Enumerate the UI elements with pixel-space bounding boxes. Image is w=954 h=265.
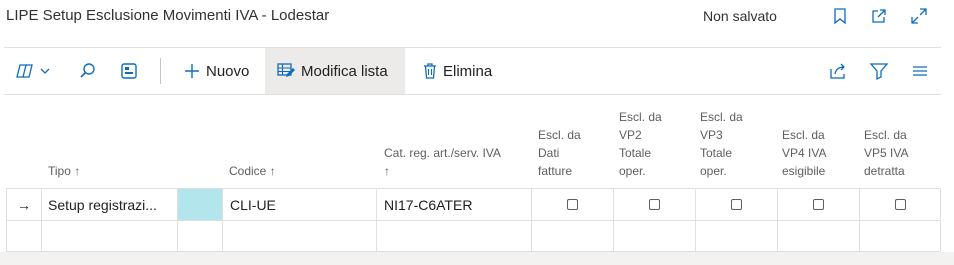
edit-grid-icon [277, 63, 295, 77]
page-title: LIPE Setup Esclusione Movimenti IVA - Lo… [6, 7, 330, 24]
title-bar: LIPE Setup Esclusione Movimenti IVA - Lo… [0, 0, 954, 34]
column-header-cat[interactable]: Cat. reg. art./serv. IVA ↑ [384, 144, 501, 180]
toolbar-separator [160, 58, 161, 84]
grid-footer [0, 252, 954, 265]
column-header-cat-line1: Cat. reg. art./serv. IVA [384, 146, 501, 160]
checkbox-cell[interactable] [532, 189, 614, 220]
column-header-escl-vp2[interactable]: Escl. da VP2 Totale oper. [619, 108, 662, 180]
share-icon [830, 63, 845, 79]
list-icon [913, 66, 927, 76]
filter-pane-button[interactable] [119, 48, 141, 94]
cell-cat[interactable]: NI17-C6ATER [377, 189, 532, 220]
table-row[interactable]: → Setup registrazi... CLI-UE NI17-C6ATER [6, 188, 941, 220]
chevron-down-icon [40, 68, 50, 74]
column-header-tipo[interactable]: Tipo ↑ [48, 162, 80, 180]
header-line: detratta [864, 164, 905, 178]
checkbox-cell[interactable] [860, 221, 941, 251]
escl-vp5-checkbox[interactable] [894, 199, 906, 210]
filter-button[interactable] [869, 48, 889, 94]
header-line: Dati [538, 146, 560, 160]
new-button[interactable]: Nuovo [176, 48, 257, 94]
cell-codice[interactable]: CLI-UE [223, 189, 377, 220]
delete-label: Elimina [443, 62, 493, 80]
escl-vp2-checkbox[interactable] [649, 199, 660, 210]
escl-dati-checkbox[interactable] [567, 199, 578, 210]
escl-vp4-checkbox[interactable] [813, 199, 824, 210]
column-header-escl-vp5[interactable]: Escl. da VP5 IVA detratta [864, 126, 908, 180]
header-line: VP5 IVA [864, 146, 909, 160]
search-icon [80, 63, 95, 78]
checkbox-cell[interactable] [614, 221, 696, 251]
trash-icon [424, 63, 436, 79]
cell-codice[interactable] [223, 221, 377, 251]
column-header-escl-vp4[interactable]: Escl. da VP4 IVA esigibile [782, 126, 826, 180]
header-line: Escl. da [619, 110, 662, 124]
filter-icon [869, 63, 889, 81]
table-row-empty[interactable] [6, 220, 941, 252]
row-indicator[interactable]: → [7, 189, 42, 220]
expand-icon[interactable] [909, 6, 929, 26]
open-new-window-icon[interactable] [869, 6, 889, 26]
column-header-codice[interactable]: Codice ↑ [229, 162, 276, 180]
header-line: VP3 [700, 128, 723, 142]
action-bar: Nuovo Modifica lista Elimina [0, 48, 954, 94]
header-line: oper. [700, 164, 727, 178]
cell-tipo[interactable]: Setup registrazi... [42, 189, 178, 220]
header-line: VP2 [619, 128, 642, 142]
column-header-escl-dati[interactable]: Escl. da Dati fatture [538, 126, 581, 180]
checkbox-cell[interactable] [778, 189, 860, 220]
checkbox-cell[interactable] [696, 221, 778, 251]
checkbox-cell[interactable] [614, 189, 696, 220]
header-line: Totale [700, 146, 733, 160]
share-button[interactable] [828, 48, 848, 94]
header-line: Totale [619, 146, 652, 160]
filter-pane-icon [121, 63, 137, 79]
row-indicator[interactable] [7, 221, 42, 251]
header-line: Escl. da [782, 128, 825, 142]
new-button-label: Nuovo [206, 62, 250, 80]
checkbox-cell[interactable] [532, 221, 614, 251]
header-line: esigibile [782, 164, 826, 178]
cell-blank[interactable] [178, 221, 223, 251]
edit-list-button[interactable]: Modifica lista [265, 48, 405, 94]
header-line: VP4 IVA [782, 146, 827, 160]
views-icon [16, 64, 33, 78]
save-status: Non salvato [703, 8, 777, 24]
header-line: Escl. da [864, 128, 907, 142]
header-line: Escl. da [700, 110, 743, 124]
escl-vp3-checkbox[interactable] [731, 199, 742, 210]
column-header-cat-line2: ↑ [384, 164, 390, 178]
header-line: fatture [538, 164, 573, 178]
header-line: Escl. da [538, 128, 581, 142]
cell-tipo[interactable] [42, 221, 178, 251]
list-view-button[interactable] [910, 48, 930, 94]
cell-cat[interactable] [377, 221, 532, 251]
column-header-escl-vp3[interactable]: Escl. da VP3 Totale oper. [700, 108, 743, 180]
checkbox-cell[interactable] [860, 189, 941, 220]
checkbox-cell[interactable] [778, 221, 860, 251]
bookmark-icon[interactable] [830, 6, 850, 26]
cell-selected-blank[interactable] [178, 189, 223, 220]
header-line: oper. [619, 164, 646, 178]
checkbox-cell[interactable] [696, 189, 778, 220]
views-menu-button[interactable] [16, 48, 60, 94]
edit-list-label: Modifica lista [301, 62, 388, 80]
search-button[interactable] [78, 48, 100, 94]
plus-icon [185, 64, 199, 78]
list-grid: Tipo ↑ Codice ↑ Cat. reg. art./serv. IVA… [0, 95, 954, 265]
delete-button[interactable]: Elimina [415, 48, 498, 94]
